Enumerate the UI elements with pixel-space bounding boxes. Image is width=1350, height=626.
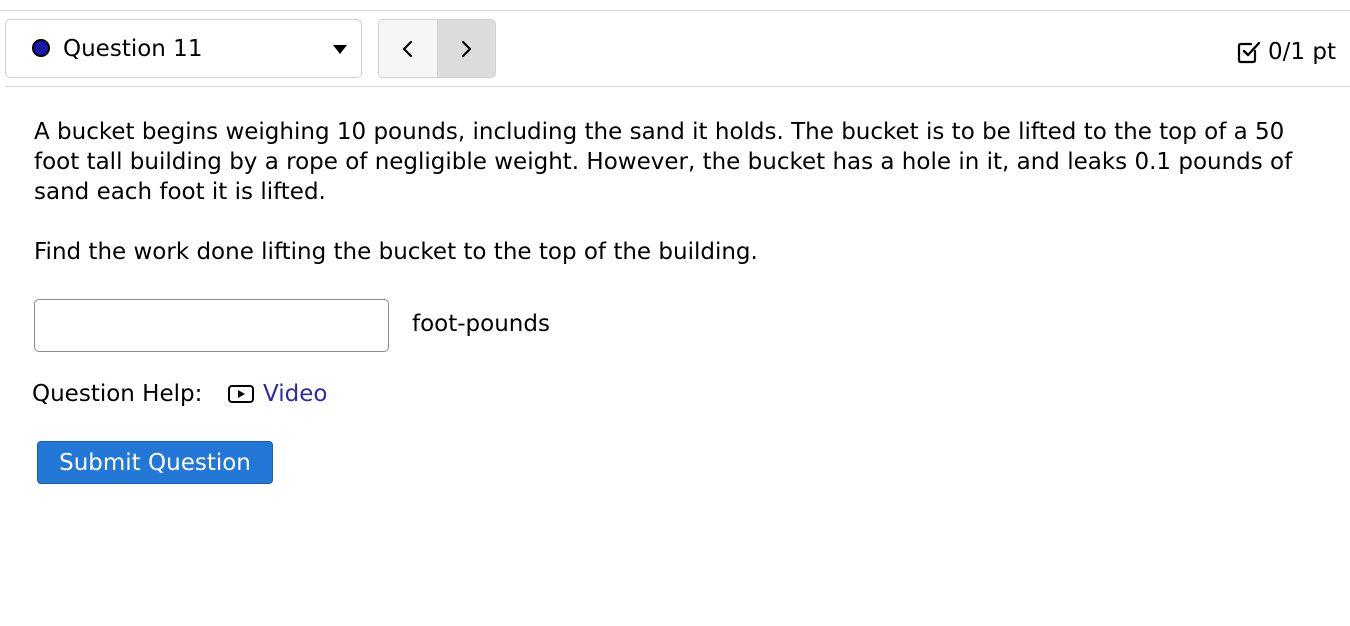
question-header: Question 11 0/1 pt xyxy=(5,19,1350,81)
video-link-label: Video xyxy=(263,381,328,407)
chevron-left-icon xyxy=(402,40,412,57)
question-nav-group xyxy=(378,19,496,78)
question-selector-label: Question 11 xyxy=(63,36,203,62)
checkbox-checked-icon xyxy=(1237,41,1261,64)
submit-question-button[interactable]: Submit Question xyxy=(37,441,273,484)
top-divider xyxy=(0,10,1350,11)
header-divider xyxy=(5,86,1350,87)
chevron-right-icon xyxy=(462,40,472,57)
question-selector-dropdown[interactable]: Question 11 xyxy=(5,19,362,78)
next-question-button[interactable] xyxy=(436,20,495,77)
points-score: 0/1 pt xyxy=(1268,39,1336,65)
video-help-link[interactable]: Video xyxy=(227,379,327,409)
points-indicator: 0/1 pt xyxy=(1236,37,1336,67)
previous-question-button[interactable] xyxy=(379,20,437,77)
caret-down-icon xyxy=(333,45,347,54)
answer-input[interactable] xyxy=(34,299,389,352)
question-status-dot xyxy=(32,39,50,57)
question-help-label: Question Help: xyxy=(32,381,203,407)
video-play-icon xyxy=(228,385,254,403)
answer-units-label: foot-pounds xyxy=(412,311,550,337)
question-body-text: A bucket begins weighing 10 pounds, incl… xyxy=(34,119,1293,205)
question-prompt-text: Find the work done lifting the bucket to… xyxy=(34,239,758,265)
